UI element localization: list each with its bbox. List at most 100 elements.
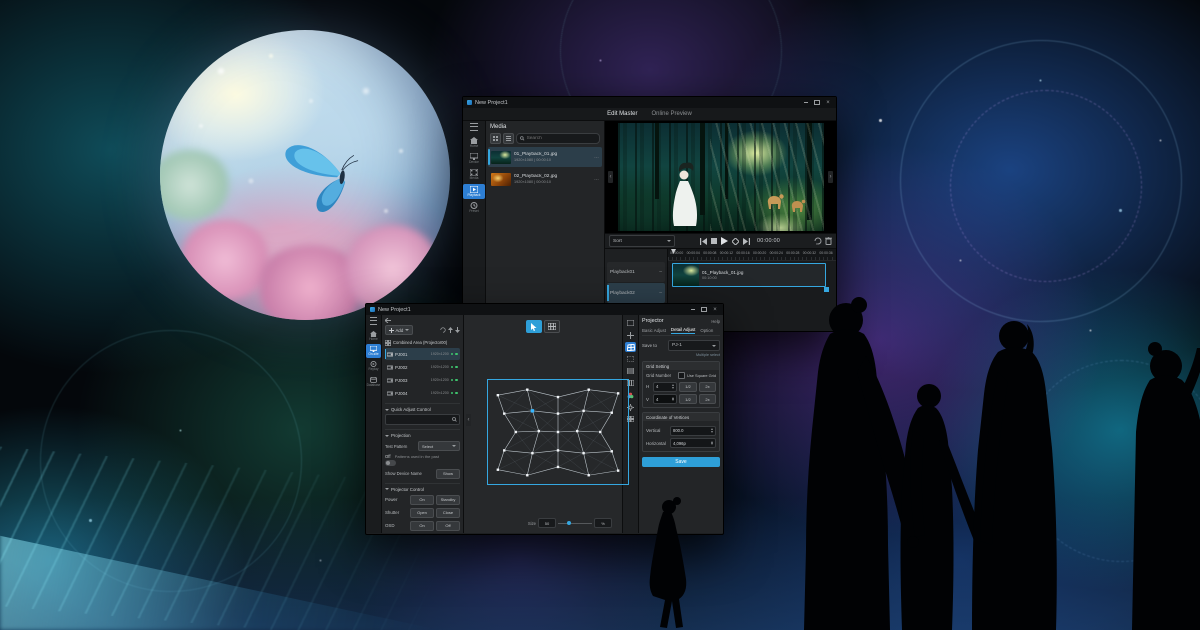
geometry-canvas[interactable]: ‹ Size 50 % bbox=[464, 315, 623, 533]
track-row[interactable]: Playback02 – bbox=[607, 283, 665, 303]
maximize-button[interactable] bbox=[700, 306, 708, 313]
v-double-button[interactable]: 2x bbox=[699, 394, 716, 404]
pattern-toggle[interactable] bbox=[385, 460, 396, 466]
repeat-icon[interactable] bbox=[814, 237, 822, 245]
vertical-dropdown[interactable]: 800.0 bbox=[670, 426, 716, 436]
titlebar[interactable]: New Project1 × bbox=[366, 304, 723, 315]
grid-tool-button[interactable] bbox=[544, 320, 560, 333]
save-to-dropdown[interactable]: PJ-1 bbox=[668, 340, 720, 351]
projector-setup-icon[interactable] bbox=[625, 318, 636, 328]
osd-off-button[interactable]: Off bbox=[436, 521, 460, 531]
lens-icon[interactable] bbox=[625, 330, 636, 340]
spinner-icon[interactable] bbox=[672, 397, 674, 402]
v-input[interactable]: 4 bbox=[653, 394, 677, 404]
multiple-select-link[interactable]: Multiple select bbox=[642, 353, 720, 357]
more-icon[interactable]: … bbox=[594, 176, 599, 182]
close-button[interactable]: × bbox=[711, 306, 719, 313]
media-item[interactable]: 02_Playback_02.jpg 1920×1080 | 00:00:10 … bbox=[488, 169, 602, 189]
size-value[interactable]: 50 bbox=[538, 518, 556, 528]
timeline-clip[interactable]: 01_Playback_01.jpg 00:10:00 bbox=[672, 263, 826, 287]
nav-home[interactable]: Home bbox=[463, 135, 485, 150]
minimize-button[interactable] bbox=[689, 306, 697, 313]
nav-preset[interactable]: Preset bbox=[463, 200, 485, 215]
nav-onsite[interactable]: On-site bbox=[366, 344, 381, 358]
masking-icon[interactable] bbox=[625, 354, 636, 364]
horizontal-dropdown[interactable]: 4,096p bbox=[670, 438, 716, 448]
tab-edit-master[interactable]: Edit Master bbox=[607, 111, 637, 117]
help-link[interactable]: Help bbox=[711, 319, 720, 324]
projector-row[interactable]: PJ004 1920×1200 bbox=[385, 387, 460, 399]
menu-icon[interactable] bbox=[370, 317, 377, 325]
nav-database[interactable]: Database bbox=[366, 375, 381, 389]
minimize-button[interactable] bbox=[802, 99, 810, 106]
back-icon[interactable] bbox=[385, 318, 391, 323]
tab-online-preview[interactable]: Online Preview bbox=[651, 111, 691, 117]
play-icon[interactable] bbox=[721, 237, 728, 245]
tab-detail-adjust[interactable]: Detail Adjust bbox=[671, 327, 695, 334]
refresh-icon[interactable] bbox=[440, 327, 446, 333]
nav-media[interactable]: Media bbox=[463, 167, 485, 182]
stop-icon[interactable] bbox=[711, 238, 717, 244]
list-view-button[interactable] bbox=[503, 133, 514, 144]
titlebar[interactable]: New Project1 × bbox=[463, 97, 836, 108]
save-button[interactable]: Save bbox=[642, 457, 720, 467]
spinner-icon[interactable] bbox=[672, 384, 674, 389]
search-input[interactable] bbox=[527, 136, 596, 141]
tab-option[interactable]: Option bbox=[700, 328, 713, 334]
nav-playback[interactable]: Playback bbox=[463, 184, 485, 199]
sort-down-icon[interactable] bbox=[455, 327, 460, 333]
section-projector-control[interactable]: Projector Control bbox=[385, 483, 460, 492]
v-half-button[interactable]: 1/2 bbox=[679, 394, 697, 404]
media-search[interactable] bbox=[516, 133, 600, 144]
media-item[interactable]: 01_Playback_01.jpg 1920×1080 | 00:00:10 … bbox=[488, 147, 602, 167]
timeline-ruler[interactable]: 00:00:0000:00:0400:00:0800:00:1200:00:16… bbox=[668, 249, 836, 261]
projector-row[interactable]: PJ003 1920×1200 bbox=[385, 374, 460, 386]
section-projection[interactable]: Projection bbox=[385, 429, 460, 438]
warp-selection-rect[interactable] bbox=[487, 379, 629, 485]
show-device-button[interactable]: Show bbox=[436, 469, 460, 479]
uniformity-icon[interactable] bbox=[625, 366, 636, 376]
geometry-icon[interactable] bbox=[625, 342, 636, 352]
slider-knob-icon[interactable] bbox=[567, 521, 571, 525]
tab-basic-adjust[interactable]: Basic Adjust bbox=[642, 328, 666, 334]
menu-icon[interactable] bbox=[470, 123, 478, 131]
square-grid-checkbox[interactable] bbox=[678, 372, 685, 379]
trash-icon[interactable] bbox=[825, 237, 832, 245]
add-device-button[interactable]: Add bbox=[385, 325, 413, 335]
test-pattern-select[interactable]: Select bbox=[418, 441, 460, 451]
shutter-open-button[interactable]: Open bbox=[410, 508, 434, 518]
select-tool-button[interactable] bbox=[526, 320, 542, 333]
h-double-button[interactable]: 2x bbox=[699, 382, 716, 392]
clip-trim-handle[interactable] bbox=[824, 287, 829, 292]
h-input[interactable]: 4 bbox=[653, 382, 677, 392]
size-slider[interactable] bbox=[558, 523, 592, 524]
projector-row[interactable]: PJ001 1920×1200 bbox=[385, 348, 460, 360]
projector-row[interactable]: PJ002 1920×1200 bbox=[385, 361, 460, 373]
osd-on-button[interactable]: On bbox=[410, 521, 434, 531]
grid-view-button[interactable] bbox=[490, 133, 501, 144]
collapse-icon[interactable]: – bbox=[659, 290, 662, 296]
power-standby-button[interactable]: Standby bbox=[436, 495, 460, 505]
spinner-icon[interactable] bbox=[711, 428, 713, 433]
skip-end-icon[interactable] bbox=[743, 238, 750, 245]
section-quick-adjust[interactable]: Quick Adjust Control bbox=[385, 403, 460, 412]
nav-replay[interactable]: Replay bbox=[366, 359, 381, 373]
maximize-button[interactable] bbox=[813, 99, 821, 106]
group-name[interactable]: Combined Area (Projector00) bbox=[393, 340, 447, 345]
collapse-left-icon[interactable]: ‹ bbox=[608, 171, 613, 183]
sort-up-icon[interactable] bbox=[448, 327, 453, 333]
track-row[interactable]: Playback01 – bbox=[607, 262, 665, 282]
nav-home[interactable]: Home bbox=[366, 329, 381, 343]
more-icon[interactable]: … bbox=[594, 154, 599, 160]
marker-icon[interactable] bbox=[732, 238, 739, 245]
collapse-right-icon[interactable]: › bbox=[828, 171, 833, 183]
skip-start-icon[interactable] bbox=[700, 238, 707, 245]
sort-dropdown[interactable]: Sort bbox=[609, 235, 675, 247]
warp-mesh[interactable] bbox=[494, 386, 622, 478]
quick-adjust-search[interactable] bbox=[385, 414, 460, 425]
shutter-close-button[interactable]: Close bbox=[436, 508, 460, 518]
collapse-icon[interactable]: – bbox=[659, 269, 662, 275]
collapse-left-icon[interactable]: ‹ bbox=[466, 414, 471, 426]
spinner-icon[interactable] bbox=[711, 441, 713, 446]
power-on-button[interactable]: On bbox=[410, 495, 434, 505]
